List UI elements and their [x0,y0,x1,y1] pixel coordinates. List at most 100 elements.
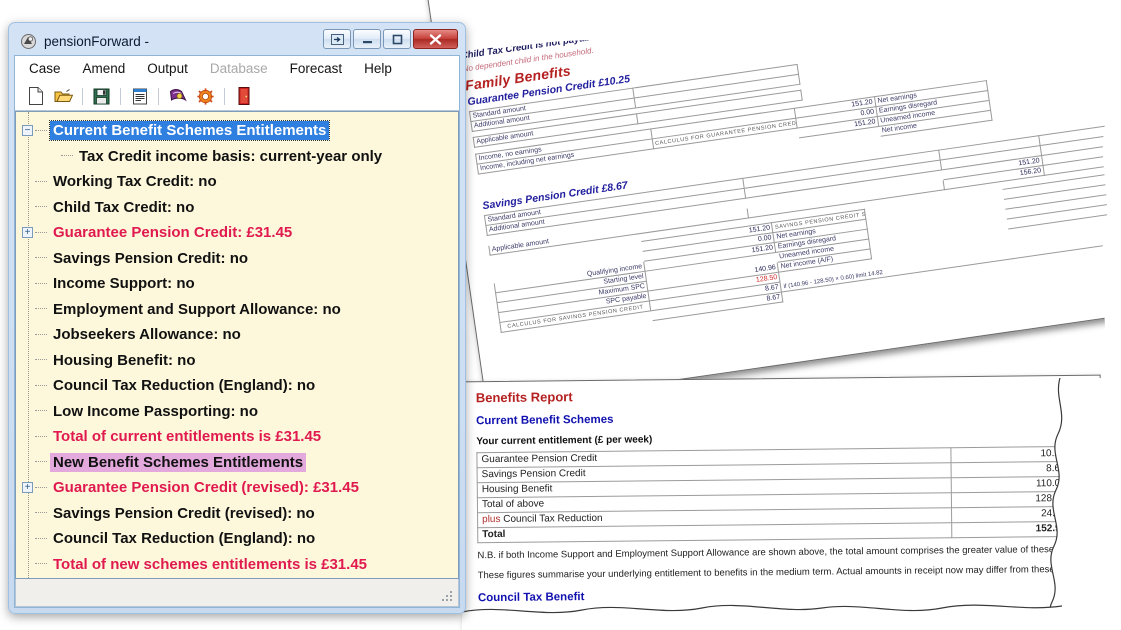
tree-item-council-tax-reduction[interactable]: Council Tax Reduction (England): no [16,373,458,399]
window-controls [323,29,458,49]
row-value: 10.25 [950,446,1071,463]
menu-bar: Case Amend Output Database Forecast Help [15,56,459,82]
toolbar-separator [224,87,225,105]
menu-item-case[interactable]: Case [29,61,61,76]
minimize-window-button[interactable] [353,29,381,49]
report-next-heading: Council Tax Benefit [477,590,585,604]
client-area: Case Amend Output Database Forecast Help [14,55,460,608]
tree-item-income-support[interactable]: Income Support: no [16,271,458,297]
report-icon[interactable] [127,84,152,108]
row-value: 110.00 [951,476,1071,493]
tree-leaf-icon [22,380,33,391]
settings-gear-icon[interactable] [193,84,218,108]
window-title: pensionForward - [44,34,150,49]
toolbar [15,82,459,111]
tree-connector-dots [35,333,47,336]
row-value: 8.67 [951,461,1071,478]
row-value: 128.92 [951,491,1071,508]
tree-connector-dots [61,155,73,157]
tree-item-jobseekers-allowance[interactable]: Jobseekers Allowance: no [16,322,458,348]
tree-item-label: Income Support: no [53,275,195,293]
report-note-1: N.B. if both Income Support and Employme… [477,544,1057,562]
toolbar-separator [158,87,159,105]
tree-item-label: Low Income Passporting: no [53,402,259,420]
save-icon[interactable] [89,84,114,108]
menu-item-output[interactable]: Output [147,61,188,76]
tree-item-label: Tax Credit income basis: current-year on… [79,147,383,165]
tree-item-housing-benefit[interactable]: Housing Benefit: no [16,348,458,374]
tree-leaf-icon [22,355,33,366]
toolbar-separator [120,87,121,105]
tree-leaf-icon [22,304,33,315]
title-bar[interactable]: pensionForward - [14,28,460,55]
tree-item-label: Working Tax Credit: no [53,173,217,191]
tree-item-savings-pension-credit[interactable]: Savings Pension Credit: no [16,246,458,272]
tree-connector-dots [35,461,47,463]
tree-connector-dots [35,384,47,387]
book-icon[interactable] [165,84,190,108]
new-case-icon[interactable] [23,84,48,108]
tree-leaf-icon [22,278,33,289]
tree-item-total-current-entitlements[interactable]: Total of current entitlements is £31.45 [16,424,458,450]
plus-word: plus [482,513,501,526]
tree-item-label: Employment and Support Allowance: no [53,300,341,318]
expand-toggle-icon[interactable]: + [22,482,33,494]
resize-grip[interactable] [442,591,454,603]
tree-connector-dots [35,129,47,132]
tree-item-council-tax-reduction-new[interactable]: Council Tax Reduction (England): no [16,526,458,552]
restore-window-button[interactable] [323,29,351,49]
tree-connector-dots [35,486,47,489]
tree-connector-dots [35,537,47,540]
tree-item-guarantee-pension-credit-revised[interactable]: + Guarantee Pension Credit (revised): £3… [16,475,458,501]
tree-item-savings-pension-credit-revised[interactable]: Savings Pension Credit (revised): no [16,501,458,527]
menu-item-help[interactable]: Help [364,61,392,76]
tree-item-working-tax-credit[interactable]: Working Tax Credit: no [16,169,458,195]
tree-item-employment-support-allowance[interactable]: Employment and Support Allowance: no [16,297,458,323]
tree-item-label: Savings Pension Credit: no [53,249,249,267]
expand-toggle-icon[interactable]: + [22,227,33,239]
tree-item-new-benefit-schemes[interactable]: New Benefit Schemes Entitlements [16,450,458,476]
tree-item-label: Jobseekers Allowance: no [53,326,241,344]
tree-item-label: Total of current entitlements is £31.45 [53,428,322,446]
application-window: pensionForward - Case Amend Output Datab… [8,22,466,614]
tree-connector-dots [35,359,47,361]
tree-item-label: Savings Pension Credit (revised): no [53,504,315,522]
exit-door-icon[interactable] [231,84,256,108]
tree-connector-dots [35,308,47,310]
tree-item-low-income-passporting[interactable]: Low Income Passporting: no [16,399,458,425]
tree-item-total-new-schemes-entitlements[interactable]: Total of new schemes entitlements is £31… [16,552,458,578]
calculation-sheet-document: Tax Credits Working Tax Credit is not pa… [425,0,1121,408]
tree-item-child-tax-credit[interactable]: Child Tax Credit: no [16,195,458,221]
report-section-heading: Current Benefit Schemes [476,413,614,428]
tree-item-guarantee-pension-credit[interactable]: + Guarantee Pension Credit: £31.45 [16,220,458,246]
tree-connector-dots [35,282,47,285]
entitlements-tree[interactable]: − Current Benefit Schemes Entitlements T… [15,111,459,579]
tree-item-label: Current Benefit Schemes Entitlements [48,120,331,142]
close-window-button[interactable] [413,29,458,49]
collapse-toggle-icon[interactable]: − [22,125,33,137]
maximize-window-button[interactable] [383,29,411,49]
tree-leaf-icon [22,457,33,468]
tree-leaf-icon [22,508,33,519]
menu-item-forecast[interactable]: Forecast [290,61,343,76]
tree-leaf-icon [22,329,33,340]
open-folder-icon[interactable] [51,84,76,108]
tree-leaf-icon [22,431,33,442]
tree-item-label: Total of new schemes entitlements is £31… [53,555,368,573]
report-note-2: These figures summarise your underlying … [477,563,1071,582]
app-icon [20,33,37,50]
menu-item-amend[interactable]: Amend [83,61,126,76]
benefits-report-document: Benefits Report Current Benefit Schemes … [460,374,1104,630]
tree-item-current-benefit-schemes[interactable]: − Current Benefit Schemes Entitlements [16,118,458,144]
tree-connector-dots [35,410,47,412]
entitlement-table: Guarantee Pension Credit 10.25 Savings P… [476,446,1071,543]
tree-connector-dots [35,435,47,438]
tree-item-label: Housing Benefit: no [53,351,196,369]
tree-item-tax-credit-basis[interactable]: Tax Credit income basis: current-year on… [16,144,458,170]
tree-connector-dots [35,257,47,259]
tree-leaf-icon [22,406,33,417]
row-label-text: Council Tax Reduction [503,512,603,525]
tree-item-label: Child Tax Credit: no [53,198,195,216]
report-title: Benefits Report [475,389,573,406]
tree-leaf-icon [22,533,33,544]
